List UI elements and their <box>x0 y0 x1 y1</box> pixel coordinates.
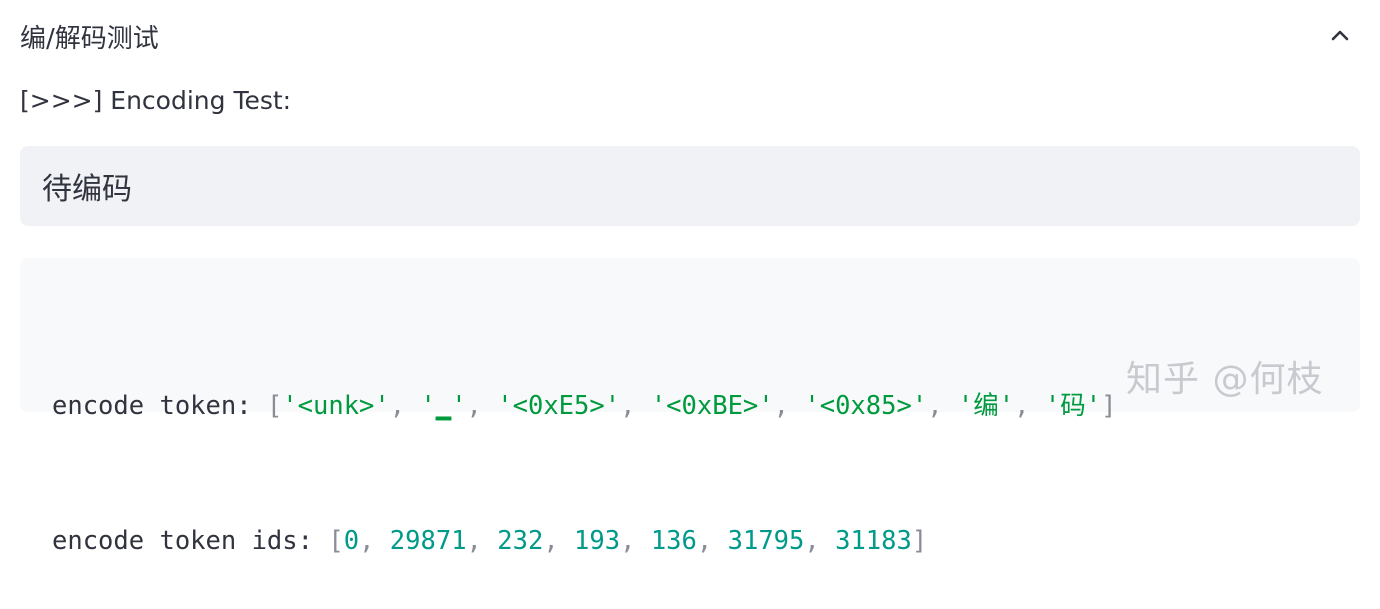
encode-text-input[interactable] <box>40 167 1340 205</box>
list-separator: , <box>1014 391 1045 421</box>
token-string: '<unk>' <box>282 391 390 421</box>
token-string: '编' <box>957 391 1015 421</box>
encode-token-list: '<unk>', '▁', '<0xE5>', '<0xBE>', '<0x85… <box>282 391 1101 421</box>
encode-token-id-list: 0, 29871, 232, 193, 136, 31795, 31183 <box>344 526 912 556</box>
bracket-close: ] <box>1101 391 1117 421</box>
encoding-test-caption: [>>>] Encoding Test: <box>20 86 292 115</box>
token-string: '▁' <box>420 391 467 421</box>
token-id: 0 <box>343 526 360 556</box>
bracket-close: ] <box>911 526 928 556</box>
token-id: 193 <box>574 526 621 556</box>
list-separator: , <box>620 391 651 421</box>
bracket-open: [ <box>328 526 344 556</box>
expander-header[interactable]: 编/解码测试 <box>20 10 1360 62</box>
list-separator: , <box>696 526 728 556</box>
token-id: 136 <box>650 526 697 556</box>
expander-title: 编/解码测试 <box>20 23 159 54</box>
chevron-up-icon[interactable] <box>1322 18 1358 54</box>
token-string: '<0xE5>' <box>497 391 621 421</box>
token-id: 29871 <box>389 526 467 556</box>
encode-input-box[interactable] <box>20 146 1360 226</box>
list-separator: , <box>620 526 651 556</box>
list-separator: , <box>466 526 498 556</box>
list-separator: , <box>466 391 498 421</box>
list-separator: , <box>543 526 575 556</box>
token-id: 31795 <box>727 526 805 556</box>
list-separator: , <box>389 391 421 421</box>
token-string: '<0x85>' <box>804 391 928 421</box>
encode-token-ids-label: encode token ids: <box>52 526 329 556</box>
token-string: '码' <box>1044 391 1102 421</box>
encode-token-ids-line: encode token ids: [0, 29871, 232, 193, 1… <box>52 519 1328 564</box>
list-separator: , <box>804 526 836 556</box>
list-separator: , <box>927 391 958 421</box>
list-separator: , <box>773 391 805 421</box>
token-string: '<0xBE>' <box>650 391 774 421</box>
token-id: 31183 <box>835 526 912 556</box>
bracket-open: [ <box>266 391 283 421</box>
encode-token-label: encode token: <box>52 391 267 421</box>
list-separator: , <box>359 526 390 556</box>
token-id: 232 <box>497 526 544 556</box>
zhihu-watermark: 知乎 @何枝 <box>1126 359 1324 400</box>
